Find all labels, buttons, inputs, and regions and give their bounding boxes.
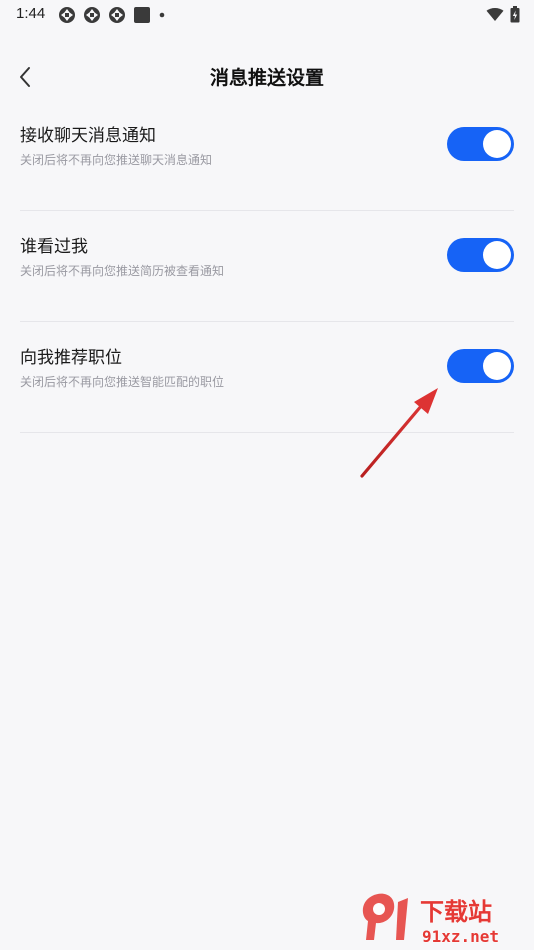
setting-description: 关闭后将不再向您推送简历被查看通知	[20, 264, 225, 278]
setting-row-chat-notify: 接收聊天消息通知 关闭后将不再向您推送聊天消息通知	[20, 100, 514, 211]
who-viewed-me-toggle[interactable]	[447, 238, 514, 272]
toggle-knob	[483, 352, 511, 380]
page-title: 消息推送设置	[209, 67, 324, 89]
setting-row-who-viewed-me: 谁看过我 关闭后将不再向您推送简历被查看通知	[20, 211, 514, 322]
chat-notify-toggle[interactable]	[447, 127, 514, 161]
setting-title: 接收聊天消息通知	[20, 126, 156, 146]
nav-bar: 消息推送设置	[0, 52, 534, 100]
aperture-icon	[84, 7, 100, 23]
status-icons-right	[480, 5, 520, 22]
watermark-logo: 下载站 91xz.net	[358, 890, 528, 946]
setting-title: 向我推荐职位	[20, 348, 122, 368]
square-icon	[134, 7, 150, 23]
watermark-domain: 91xz.net	[422, 927, 499, 946]
dot-icon	[159, 12, 165, 18]
toggle-knob	[483, 130, 511, 158]
battery-icon	[510, 5, 520, 22]
setting-description: 关闭后将不再向您推送聊天消息通知	[20, 153, 213, 167]
status-icons-left	[58, 6, 173, 24]
recommend-jobs-toggle[interactable]	[447, 349, 514, 383]
status-bar: 1:44	[0, 0, 534, 30]
aperture-icon	[109, 7, 125, 23]
watermark-logo-text: 下载站	[420, 898, 492, 926]
toggle-knob	[483, 241, 511, 269]
setting-row-recommend-jobs: 向我推荐职位 关闭后将不再向您推送智能匹配的职位	[20, 322, 514, 433]
aperture-icon	[59, 7, 75, 23]
status-time: 1:44	[16, 5, 46, 22]
wifi-icon	[486, 7, 504, 21]
setting-title: 谁看过我	[20, 237, 88, 257]
setting-description: 关闭后将不再向您推送智能匹配的职位	[20, 375, 225, 389]
settings-list: 接收聊天消息通知 关闭后将不再向您推送聊天消息通知 谁看过我 关闭后将不再向您推…	[20, 100, 514, 433]
